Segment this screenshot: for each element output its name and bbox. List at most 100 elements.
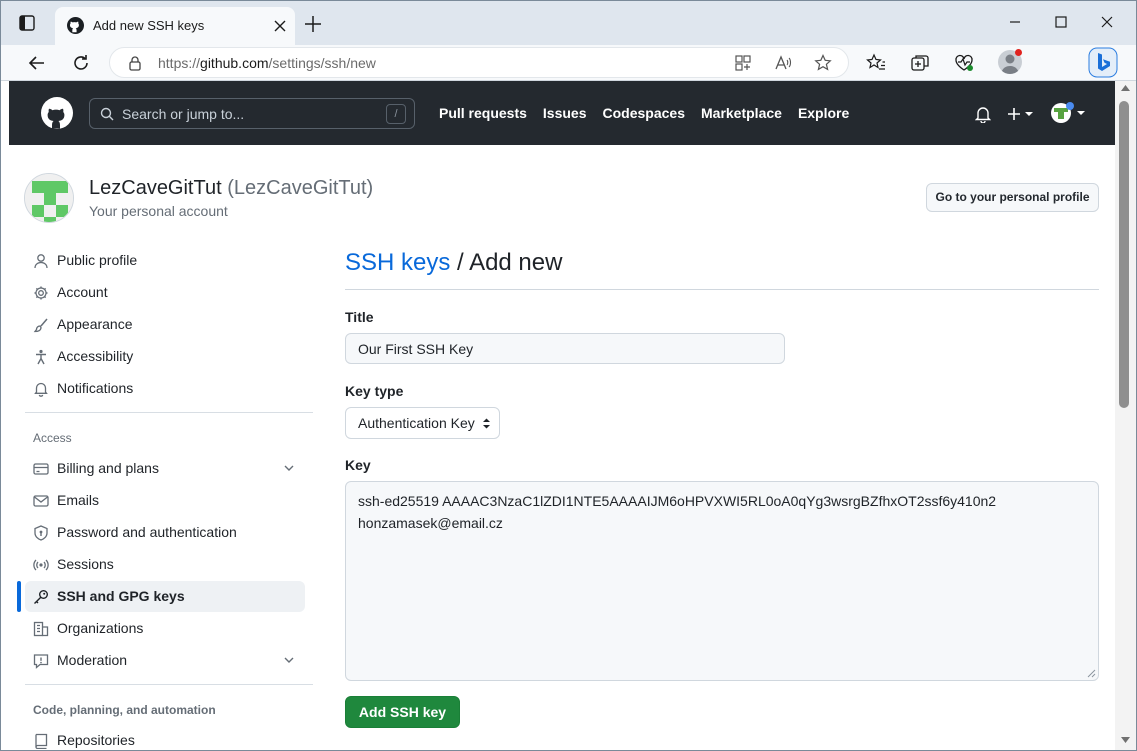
gear-icon xyxy=(34,286,48,300)
key-type-select[interactable]: Authentication Key xyxy=(345,407,500,439)
account-subtitle: Your personal account xyxy=(89,203,228,219)
nav-issues[interactable]: Issues xyxy=(543,105,587,121)
key-text-line-1: ssh-ed25519 AAAAC3NzaC1lZDI1NTE5AAAAIJM6… xyxy=(358,493,997,509)
new-tab-icon[interactable] xyxy=(304,15,322,33)
key-type-label: Key type xyxy=(345,383,404,399)
github-nav: Pull requests Issues Codespaces Marketpl… xyxy=(439,105,849,121)
url-host: github.com xyxy=(200,55,269,71)
github-search-input[interactable]: Search or jump to... / xyxy=(89,98,415,129)
sidebar-item-label: Account xyxy=(57,284,108,300)
sidebar-item-label: SSH and GPG keys xyxy=(57,588,185,604)
sidebar-item-emails[interactable]: Emails xyxy=(25,485,305,516)
resize-handle-icon[interactable] xyxy=(1087,669,1096,678)
url-path: /settings/ssh/new xyxy=(268,55,376,71)
sidebar-item-repositories[interactable]: Repositories xyxy=(25,725,305,750)
tab-actions-icon[interactable] xyxy=(17,13,37,33)
search-placeholder: Search or jump to... xyxy=(122,106,245,122)
notification-dot xyxy=(1015,49,1022,56)
add-ssh-key-button[interactable]: Add SSH key xyxy=(345,696,460,728)
sidebar-item-label: Organizations xyxy=(57,620,144,636)
sidebar-item-ssh-gpg-keys[interactable]: SSH and GPG keys xyxy=(25,581,305,612)
minimize-icon[interactable] xyxy=(1005,13,1025,31)
sidebar-item-label: Password and authentication xyxy=(57,524,237,540)
shield-lock-icon xyxy=(34,525,48,541)
sidebar-item-label: Emails xyxy=(57,492,100,508)
sidebar-item-password-auth[interactable]: Password and authentication xyxy=(25,517,305,548)
sidebar-item-moderation[interactable]: Moderation xyxy=(25,645,305,676)
nav-codespaces[interactable]: Codespaces xyxy=(603,105,685,121)
broadcast-icon xyxy=(33,559,49,571)
collections-icon[interactable] xyxy=(910,53,930,73)
notifications-bell-icon[interactable] xyxy=(975,106,991,123)
web-page: Search or jump to... / Pull requests Iss… xyxy=(9,81,1115,750)
sidebar-item-public-profile[interactable]: Public profile xyxy=(25,245,305,276)
browser-toolbar: https://github.com/settings/ssh/new xyxy=(1,45,1136,81)
sidebar-item-label: Notifications xyxy=(57,380,134,396)
close-window-icon[interactable] xyxy=(1097,13,1117,31)
close-tab-icon[interactable] xyxy=(273,19,287,33)
organization-icon xyxy=(33,621,49,637)
sidebar-item-label: Moderation xyxy=(57,652,128,668)
breadcrumb-ssh-keys-link[interactable]: SSH keys xyxy=(345,249,450,276)
account-name[interactable]: LezCaveGitTut (LezCaveGitTut) xyxy=(89,177,373,200)
tab-strip: Add new SSH keys xyxy=(1,1,1136,45)
maximize-icon[interactable] xyxy=(1051,13,1071,31)
accessibility-icon xyxy=(36,349,46,365)
address-bar[interactable]: https://github.com/settings/ssh/new xyxy=(109,47,849,78)
url-text[interactable]: https://github.com/settings/ssh/new xyxy=(158,55,376,71)
search-icon xyxy=(100,107,114,121)
scroll-up-arrow-icon[interactable] xyxy=(1121,85,1130,91)
github-logo-icon[interactable] xyxy=(41,97,73,129)
paintbrush-icon xyxy=(33,318,48,333)
user-menu[interactable] xyxy=(1050,102,1086,124)
account-login: (LezCaveGitTut) xyxy=(227,177,374,199)
key-textarea[interactable]: ssh-ed25519 AAAAC3NzaC1lZDI1NTE5AAAAIJM6… xyxy=(345,481,1099,681)
page-scrollbar[interactable] xyxy=(1115,81,1136,750)
mail-icon xyxy=(33,495,49,507)
sidebar-group-code: Code, planning, and automation xyxy=(33,703,216,717)
favorites-icon[interactable] xyxy=(866,53,886,73)
sidebar-item-sessions[interactable]: Sessions xyxy=(25,549,305,580)
active-item-indicator xyxy=(17,581,21,612)
browser-window: Add new SSH keys https://github.com/sett… xyxy=(0,0,1137,751)
nav-explore[interactable]: Explore xyxy=(798,105,849,121)
sidebar-item-billing[interactable]: Billing and plans xyxy=(25,453,305,484)
scrollbar-thumb[interactable] xyxy=(1119,101,1129,408)
sidebar-item-organizations[interactable]: Organizations xyxy=(25,613,305,644)
favorite-star-icon[interactable] xyxy=(814,54,832,72)
title-input[interactable]: Our First SSH Key xyxy=(345,333,785,364)
sidebar-item-account[interactable]: Account xyxy=(25,277,305,308)
key-type-value: Authentication Key xyxy=(358,415,475,431)
nav-pull-requests[interactable]: Pull requests xyxy=(439,105,527,121)
person-icon xyxy=(34,254,48,269)
lock-icon[interactable] xyxy=(128,55,142,71)
chevron-down-icon[interactable] xyxy=(283,462,295,474)
repo-icon xyxy=(35,733,48,749)
github-header: Search or jump to... / Pull requests Iss… xyxy=(9,81,1115,145)
credit-card-icon xyxy=(33,463,49,475)
sidebar-item-accessibility[interactable]: Accessibility xyxy=(25,341,305,372)
bing-copilot-icon[interactable] xyxy=(1088,47,1118,78)
refresh-icon[interactable] xyxy=(71,53,91,73)
select-arrows-icon xyxy=(483,418,490,429)
key-icon xyxy=(34,590,48,604)
scroll-down-arrow-icon[interactable] xyxy=(1121,737,1130,743)
account-display-name: LezCaveGitTut xyxy=(89,177,222,199)
sidebar-divider xyxy=(25,684,313,685)
sidebar-item-label: Public profile xyxy=(57,252,138,268)
sidebar-divider xyxy=(25,412,313,413)
browser-essentials-icon[interactable] xyxy=(954,53,974,73)
github-favicon-icon xyxy=(67,17,84,34)
browser-tab-active[interactable]: Add new SSH keys xyxy=(55,7,295,45)
sidebar-item-appearance[interactable]: Appearance xyxy=(25,309,305,340)
app-available-icon[interactable] xyxy=(734,54,752,72)
go-to-profile-button[interactable]: Go to your personal profile xyxy=(926,183,1099,212)
nav-marketplace[interactable]: Marketplace xyxy=(701,105,782,121)
create-new-plus-icon[interactable] xyxy=(1007,106,1037,122)
account-avatar[interactable] xyxy=(24,173,74,223)
back-arrow-icon[interactable] xyxy=(27,53,47,73)
key-text-line-2: honzamasek@email.cz xyxy=(358,515,503,531)
sidebar-item-notifications[interactable]: Notifications xyxy=(25,373,305,404)
chevron-down-icon[interactable] xyxy=(283,654,295,666)
read-aloud-icon[interactable] xyxy=(774,54,792,72)
